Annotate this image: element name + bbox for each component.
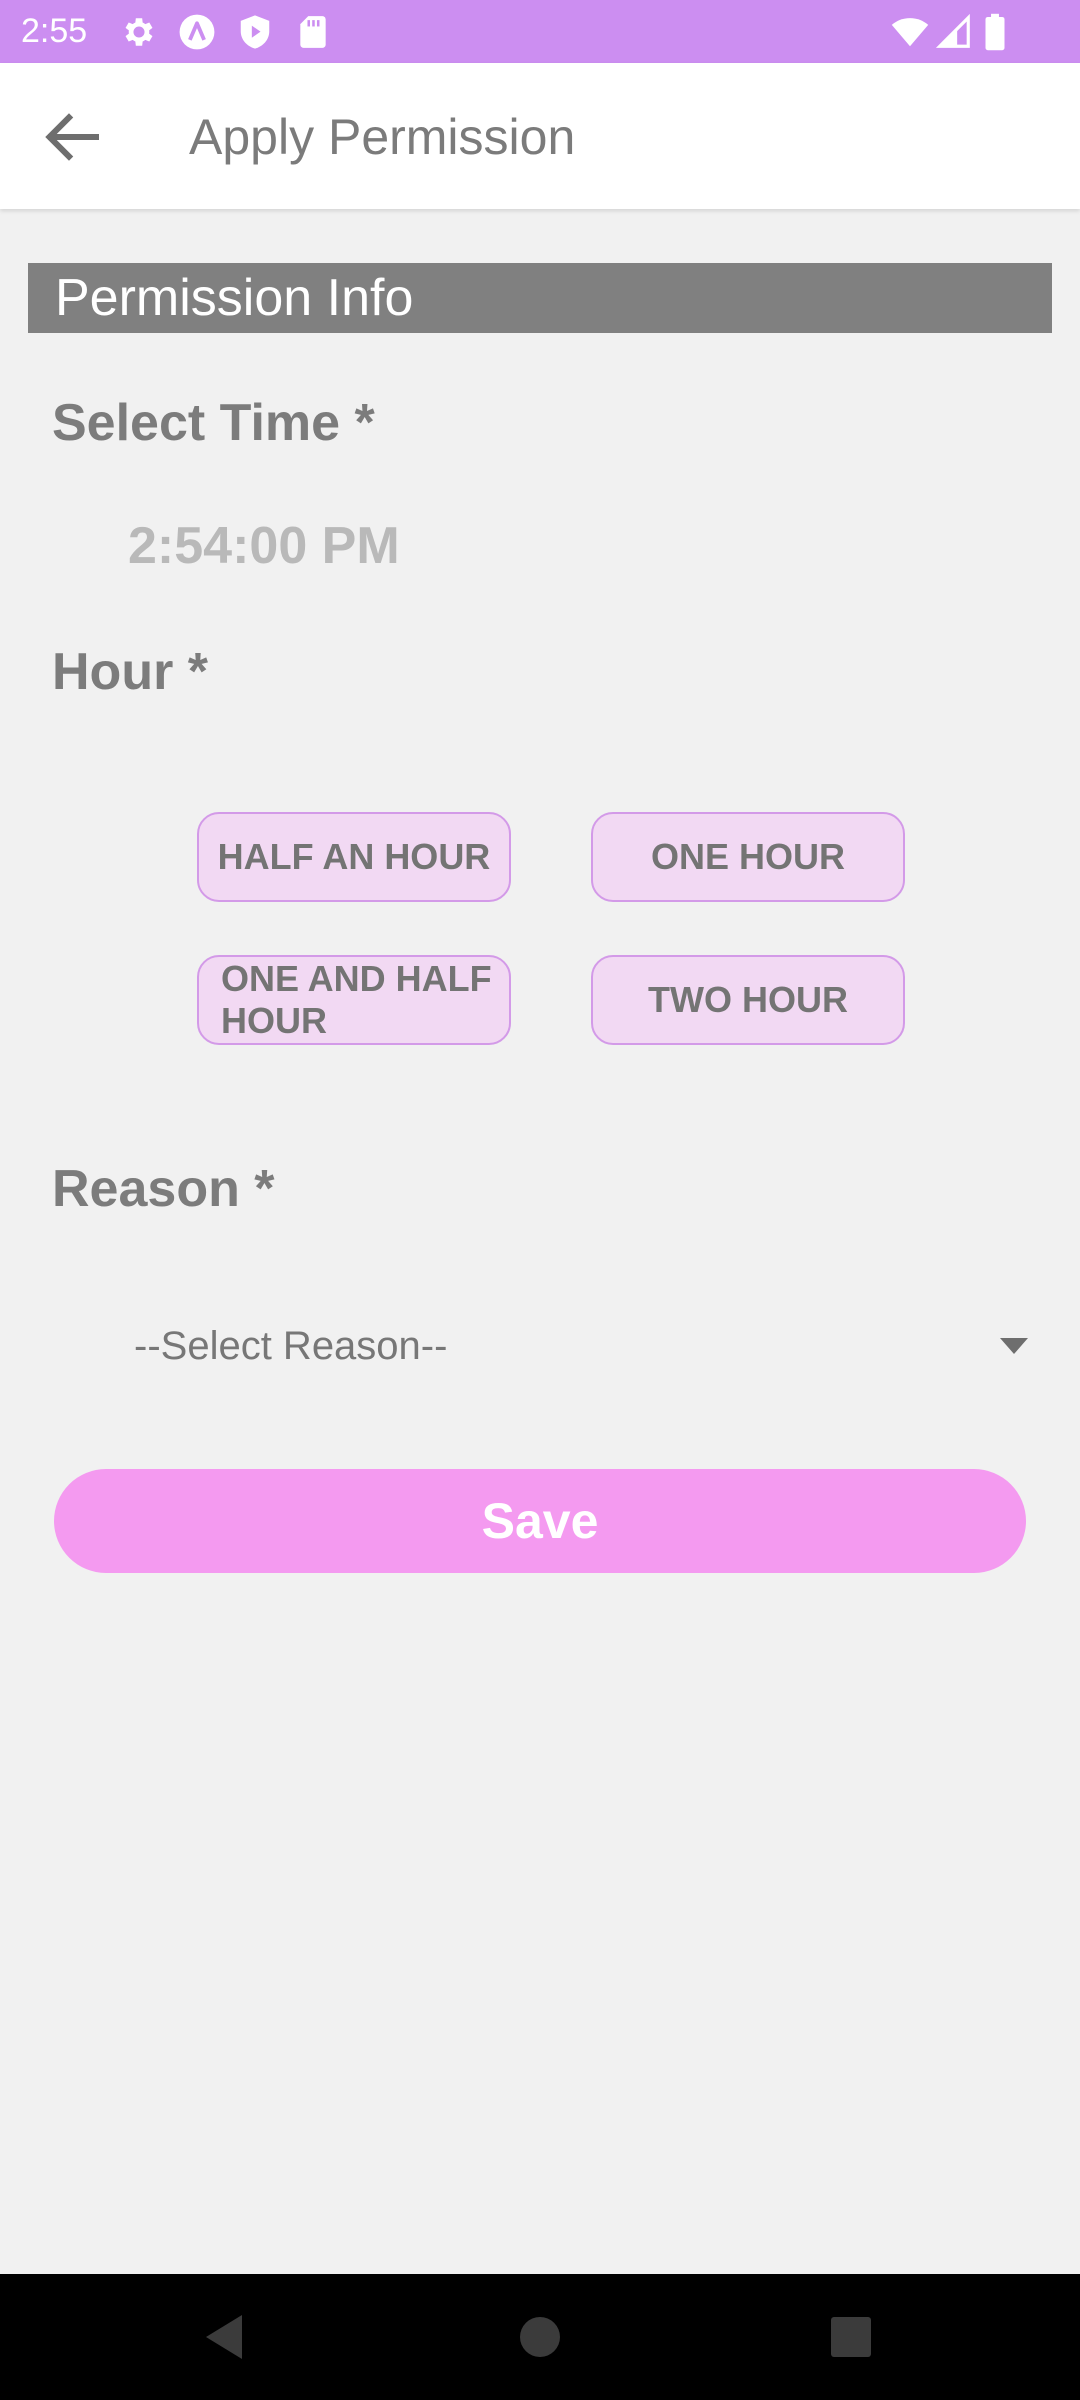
status-time: 2:55 <box>21 12 88 50</box>
select-time-label: Select Time * <box>52 394 375 452</box>
system-nav-bar <box>0 2274 1080 2400</box>
font-app-icon <box>178 13 216 51</box>
time-picker-value[interactable]: 2:54:00 PM <box>128 516 400 576</box>
sd-card-icon <box>294 13 332 51</box>
hour-option-one-hour[interactable]: ONE HOUR <box>591 812 905 902</box>
reason-select[interactable]: --Select Reason-- <box>128 1312 1038 1382</box>
app-bar: Apply Permission <box>0 63 1080 209</box>
hour-option-one-and-half-hour[interactable]: ONE AND HALF HOUR <box>197 955 511 1045</box>
hour-label: Hour * <box>52 643 208 701</box>
save-button[interactable]: Save <box>54 1469 1026 1573</box>
nav-back-icon[interactable] <box>196 2307 256 2367</box>
nav-home-icon[interactable] <box>510 2307 570 2367</box>
settings-icon <box>120 13 158 51</box>
nav-recents-icon[interactable] <box>821 2307 881 2367</box>
battery-icon <box>980 13 1010 51</box>
dropdown-arrow-icon <box>1000 1338 1028 1354</box>
hour-option-two-hour[interactable]: TWO HOUR <box>591 955 905 1045</box>
section-header-permission-info: Permission Info <box>28 263 1052 333</box>
back-button[interactable] <box>36 101 108 173</box>
hour-option-half-an-hour[interactable]: HALF AN HOUR <box>197 812 511 902</box>
play-protect-icon <box>236 13 274 51</box>
arrow-back-icon <box>36 101 108 173</box>
reason-label: Reason * <box>52 1160 275 1218</box>
page-title: Apply Permission <box>189 109 576 165</box>
reason-select-value: --Select Reason-- <box>134 1324 448 1368</box>
cell-signal-icon <box>935 13 973 51</box>
status-bar: 2:55 <box>0 0 1080 63</box>
wifi-icon <box>889 13 931 51</box>
